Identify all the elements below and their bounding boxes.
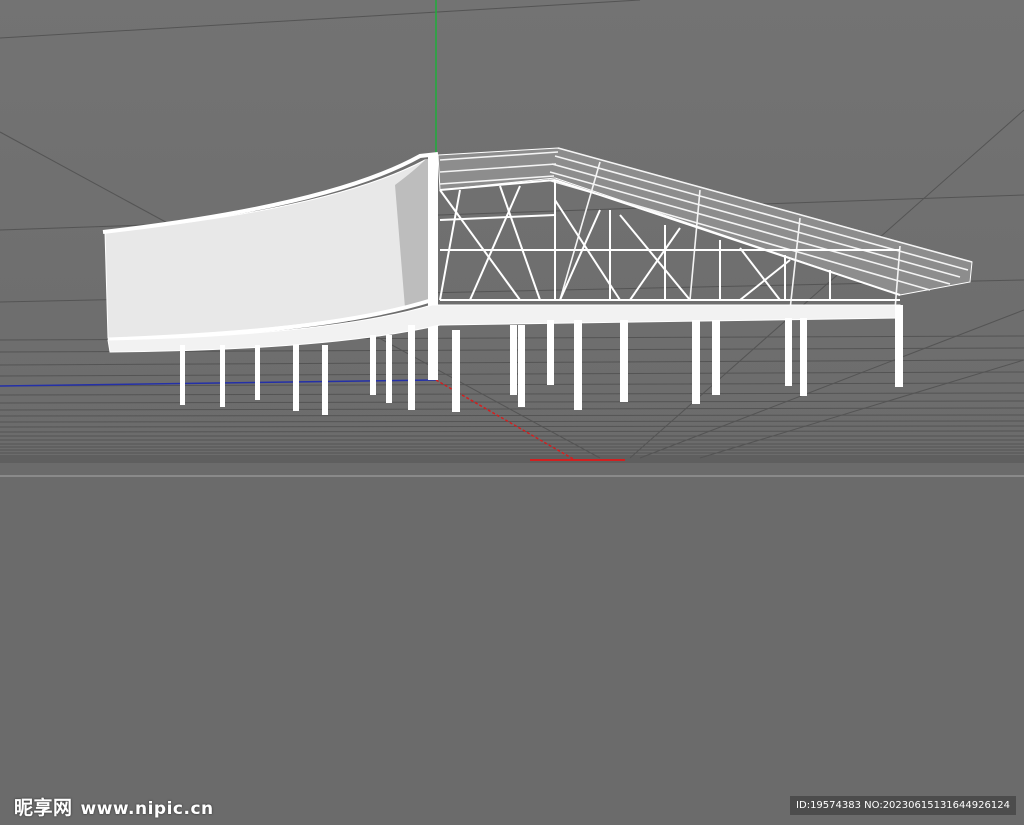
image-id-badge: ID:19574383 NO:20230615131644926124 — [790, 796, 1016, 815]
horizon-band — [0, 455, 1024, 463]
site-watermark: 昵享网 www.nipic.cn — [14, 793, 214, 820]
brand-name: 昵享网 — [14, 797, 73, 819]
floor-plane — [0, 460, 1024, 825]
front-column — [428, 155, 438, 380]
sloped-roof — [437, 147, 973, 296]
3d-viewport[interactable]: 昵享网 www.nipic.cn ID:19574383 NO:202306151… — [0, 0, 1024, 825]
site-url: www.nipic.cn — [80, 799, 214, 819]
scene-canvas[interactable] — [0, 0, 1024, 825]
